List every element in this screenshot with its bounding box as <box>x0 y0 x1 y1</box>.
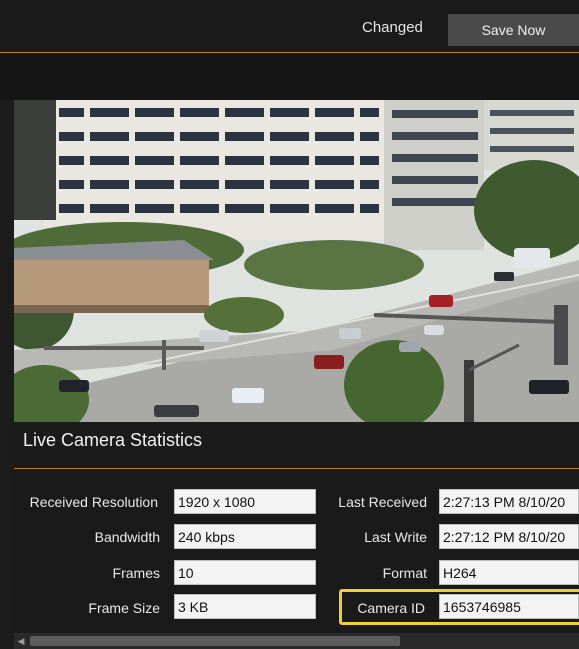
statistics-header: Live Camera Statistics <box>14 422 579 469</box>
scrollbar-thumb[interactable] <box>30 636 400 646</box>
last-write-field[interactable]: 2:27:12 PM 8/10/20 <box>439 524 579 549</box>
frame-size-label: Frame Size <box>88 600 160 616</box>
last-received-label: Last Received <box>338 494 427 510</box>
bandwidth-label: Bandwidth <box>94 529 160 545</box>
frames-label: Frames <box>112 565 160 581</box>
live-camera-feed <box>14 100 579 422</box>
last-write-label: Last Write <box>364 529 427 545</box>
last-received-field[interactable]: 2:27:13 PM 8/10/20 <box>439 489 579 514</box>
format-field[interactable]: H264 <box>439 560 579 585</box>
frames-field[interactable]: 10 <box>174 560 316 585</box>
format-label: Format <box>382 565 427 581</box>
received-resolution-field[interactable]: 1920 x 1080 <box>174 489 316 514</box>
top-bar: Changed Save Now <box>0 0 579 53</box>
toolbar-area <box>0 53 579 100</box>
frame-size-field[interactable]: 3 KB <box>174 594 316 619</box>
camera-id-highlight <box>339 589 579 625</box>
changed-status-text: Changed <box>362 19 423 36</box>
bandwidth-field[interactable]: 240 kbps <box>174 524 316 549</box>
save-now-button[interactable]: Save Now <box>448 14 579 46</box>
section-title: Live Camera Statistics <box>23 430 203 450</box>
received-resolution-label: Received Resolution <box>29 494 158 510</box>
scroll-left-icon[interactable]: ◀ <box>14 633 28 649</box>
camera-image <box>14 100 579 422</box>
horizontal-scrollbar[interactable]: ◀ <box>14 633 579 649</box>
